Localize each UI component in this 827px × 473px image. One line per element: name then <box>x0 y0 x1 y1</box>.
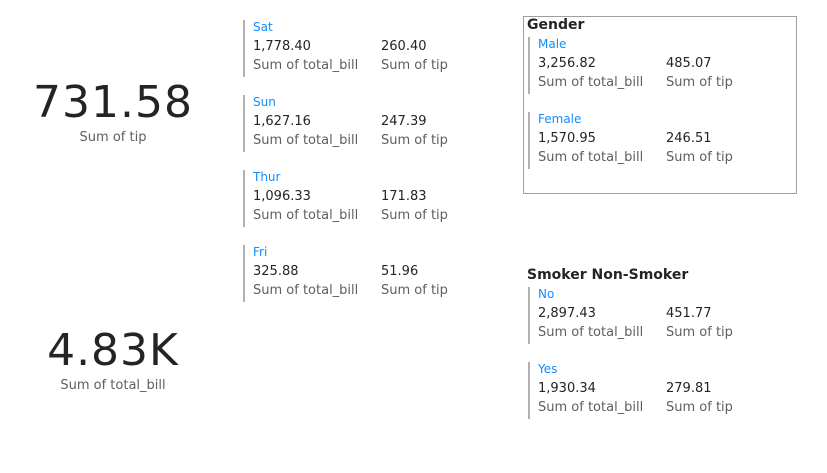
total-bill-value: 3,256.82 <box>538 56 596 71</box>
total-bill-value: 1,096.33 <box>253 189 311 204</box>
tip-card-label: Sum of tip <box>79 130 147 145</box>
category-label: Thur <box>253 170 281 184</box>
tip-label: Sum of tip <box>381 133 448 148</box>
row-accent-bar <box>528 112 530 169</box>
tip-value: 260.40 <box>381 39 427 54</box>
total-bill-value: 2,897.43 <box>538 306 596 321</box>
total-bill-value: 1,930.34 <box>538 381 596 396</box>
total-bill-value: 1,627.16 <box>253 114 311 129</box>
total-bill-value: 1,570.95 <box>538 131 596 146</box>
category-label: Male <box>538 37 567 51</box>
tip-value: 279.81 <box>666 381 712 396</box>
smoker-title: Smoker Non-Smoker <box>527 267 689 283</box>
tip-value: 246.51 <box>666 131 712 146</box>
total-bill-label: Sum of total_bill <box>538 75 644 90</box>
category-label: Sat <box>253 20 273 34</box>
row-accent-bar <box>528 362 530 419</box>
tip-card[interactable]: 731.58 Sum of tip <box>30 77 196 146</box>
category-label: Female <box>538 112 582 126</box>
category-label: Fri <box>253 245 268 259</box>
row-accent-bar <box>243 95 245 152</box>
total-bill-label: Sum of total_bill <box>538 150 644 165</box>
tip-value: 51.96 <box>381 264 419 279</box>
tip-label: Sum of tip <box>381 58 448 73</box>
total-bill-label: Sum of total_bill <box>538 325 644 340</box>
total-bill-label: Sum of total_bill <box>253 58 359 73</box>
row-accent-bar <box>243 20 245 77</box>
tip-value: 247.39 <box>381 114 427 129</box>
category-label: Sun <box>253 95 276 109</box>
total-bill-card-value: 4.83K <box>47 325 179 376</box>
tip-value: 171.83 <box>381 189 427 204</box>
tip-value: 485.07 <box>666 56 712 71</box>
row-accent-bar <box>528 37 530 94</box>
category-label: Yes <box>538 362 558 376</box>
total-bill-label: Sum of total_bill <box>253 283 359 298</box>
tip-label: Sum of tip <box>666 75 733 90</box>
total-bill-label: Sum of total_bill <box>253 208 359 223</box>
total-bill-card-label: Sum of total_bill <box>60 378 166 393</box>
gender-title: Gender <box>527 17 585 33</box>
tip-label: Sum of tip <box>381 283 448 298</box>
total-bill-label: Sum of total_bill <box>253 133 359 148</box>
category-label: No <box>538 287 555 301</box>
tip-label: Sum of tip <box>666 400 733 415</box>
total-bill-value: 325.88 <box>253 264 299 279</box>
row-accent-bar <box>528 287 530 344</box>
total-bill-label: Sum of total_bill <box>538 400 644 415</box>
row-accent-bar <box>243 170 245 227</box>
row-accent-bar <box>243 245 245 302</box>
tip-card-value: 731.58 <box>33 77 193 128</box>
total-bill-value: 1,778.40 <box>253 39 311 54</box>
tip-label: Sum of tip <box>666 325 733 340</box>
tip-label: Sum of tip <box>381 208 448 223</box>
total-bill-card[interactable]: 4.83K Sum of total_bill <box>28 325 198 394</box>
tip-value: 451.77 <box>666 306 712 321</box>
tip-label: Sum of tip <box>666 150 733 165</box>
